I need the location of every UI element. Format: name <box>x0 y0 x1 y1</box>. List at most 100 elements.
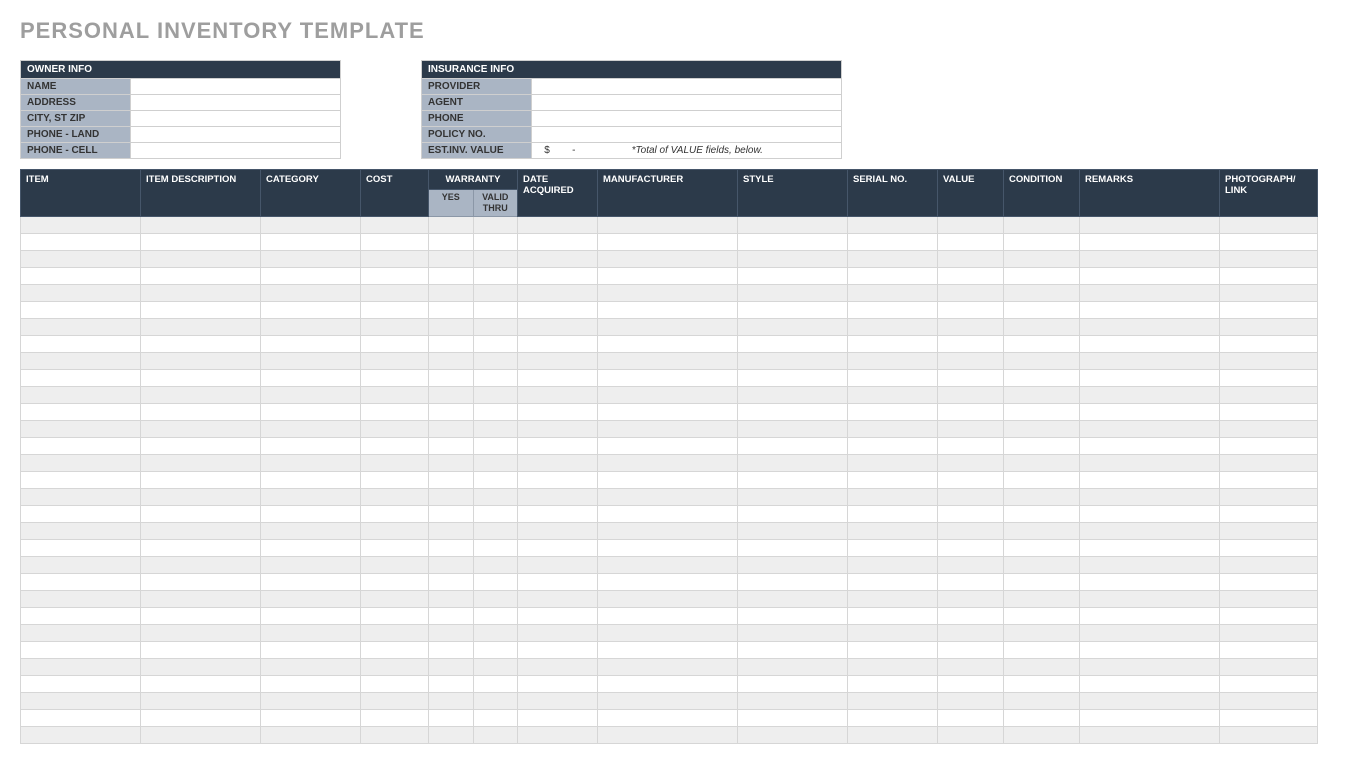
table-cell[interactable] <box>848 301 938 318</box>
table-cell[interactable] <box>738 675 848 692</box>
table-cell[interactable] <box>1080 607 1220 624</box>
table-cell[interactable] <box>141 505 261 522</box>
table-cell[interactable] <box>738 233 848 250</box>
table-cell[interactable] <box>848 539 938 556</box>
table-cell[interactable] <box>518 658 598 675</box>
table-cell[interactable] <box>1220 386 1318 403</box>
table-cell[interactable] <box>361 505 429 522</box>
table-cell[interactable] <box>938 369 1004 386</box>
table-cell[interactable] <box>429 437 474 454</box>
table-cell[interactable] <box>361 335 429 352</box>
table-cell[interactable] <box>1080 692 1220 709</box>
table-cell[interactable] <box>518 590 598 607</box>
table-cell[interactable] <box>518 216 598 233</box>
table-cell[interactable] <box>1220 573 1318 590</box>
table-cell[interactable] <box>261 556 361 573</box>
table-cell[interactable] <box>1080 539 1220 556</box>
table-cell[interactable] <box>598 539 738 556</box>
table-cell[interactable] <box>473 573 518 590</box>
table-cell[interactable] <box>21 318 141 335</box>
table-cell[interactable] <box>473 692 518 709</box>
table-cell[interactable] <box>473 301 518 318</box>
table-cell[interactable] <box>473 471 518 488</box>
table-cell[interactable] <box>141 369 261 386</box>
table-cell[interactable] <box>1004 301 1080 318</box>
table-cell[interactable] <box>1220 250 1318 267</box>
table-cell[interactable] <box>738 454 848 471</box>
table-cell[interactable] <box>429 675 474 692</box>
table-cell[interactable] <box>261 369 361 386</box>
table-cell[interactable] <box>738 437 848 454</box>
table-cell[interactable] <box>848 420 938 437</box>
table-cell[interactable] <box>1004 250 1080 267</box>
table-cell[interactable] <box>21 233 141 250</box>
table-cell[interactable] <box>1220 267 1318 284</box>
table-cell[interactable] <box>738 522 848 539</box>
table-cell[interactable] <box>1080 216 1220 233</box>
table-cell[interactable] <box>938 454 1004 471</box>
table-cell[interactable] <box>598 301 738 318</box>
table-cell[interactable] <box>848 641 938 658</box>
table-cell[interactable] <box>1080 522 1220 539</box>
table-cell[interactable] <box>938 386 1004 403</box>
table-cell[interactable] <box>361 573 429 590</box>
table-cell[interactable] <box>1004 624 1080 641</box>
table-cell[interactable] <box>518 301 598 318</box>
table-cell[interactable] <box>261 437 361 454</box>
table-cell[interactable] <box>848 607 938 624</box>
table-cell[interactable] <box>141 233 261 250</box>
table-cell[interactable] <box>429 454 474 471</box>
table-cell[interactable] <box>1080 335 1220 352</box>
table-cell[interactable] <box>598 454 738 471</box>
table-cell[interactable] <box>261 505 361 522</box>
table-cell[interactable] <box>429 573 474 590</box>
table-cell[interactable] <box>21 250 141 267</box>
table-cell[interactable] <box>473 420 518 437</box>
table-cell[interactable] <box>518 454 598 471</box>
table-cell[interactable] <box>938 624 1004 641</box>
table-cell[interactable] <box>1080 709 1220 726</box>
table-cell[interactable] <box>141 709 261 726</box>
table-cell[interactable] <box>21 471 141 488</box>
table-cell[interactable] <box>361 641 429 658</box>
table-cell[interactable] <box>141 590 261 607</box>
table-cell[interactable] <box>1004 386 1080 403</box>
table-cell[interactable] <box>361 267 429 284</box>
table-cell[interactable] <box>261 301 361 318</box>
table-cell[interactable] <box>473 267 518 284</box>
table-cell[interactable] <box>518 539 598 556</box>
table-cell[interactable] <box>848 216 938 233</box>
table-cell[interactable] <box>938 556 1004 573</box>
table-cell[interactable] <box>21 352 141 369</box>
table-cell[interactable] <box>473 437 518 454</box>
owner-value-name[interactable] <box>131 79 341 95</box>
table-cell[interactable] <box>473 658 518 675</box>
table-cell[interactable] <box>848 284 938 301</box>
table-cell[interactable] <box>738 658 848 675</box>
table-cell[interactable] <box>738 420 848 437</box>
table-cell[interactable] <box>261 471 361 488</box>
table-cell[interactable] <box>21 658 141 675</box>
table-cell[interactable] <box>261 573 361 590</box>
table-cell[interactable] <box>848 590 938 607</box>
table-cell[interactable] <box>738 267 848 284</box>
table-cell[interactable] <box>141 692 261 709</box>
table-cell[interactable] <box>1080 454 1220 471</box>
table-cell[interactable] <box>738 624 848 641</box>
table-cell[interactable] <box>848 675 938 692</box>
table-cell[interactable] <box>141 556 261 573</box>
table-cell[interactable] <box>598 522 738 539</box>
table-cell[interactable] <box>598 675 738 692</box>
table-cell[interactable] <box>21 369 141 386</box>
table-cell[interactable] <box>518 233 598 250</box>
table-cell[interactable] <box>518 488 598 505</box>
table-cell[interactable] <box>141 386 261 403</box>
table-cell[interactable] <box>361 437 429 454</box>
table-cell[interactable] <box>141 301 261 318</box>
table-cell[interactable] <box>261 488 361 505</box>
table-cell[interactable] <box>1080 233 1220 250</box>
table-cell[interactable] <box>473 284 518 301</box>
table-cell[interactable] <box>938 403 1004 420</box>
table-cell[interactable] <box>1220 624 1318 641</box>
table-cell[interactable] <box>938 471 1004 488</box>
